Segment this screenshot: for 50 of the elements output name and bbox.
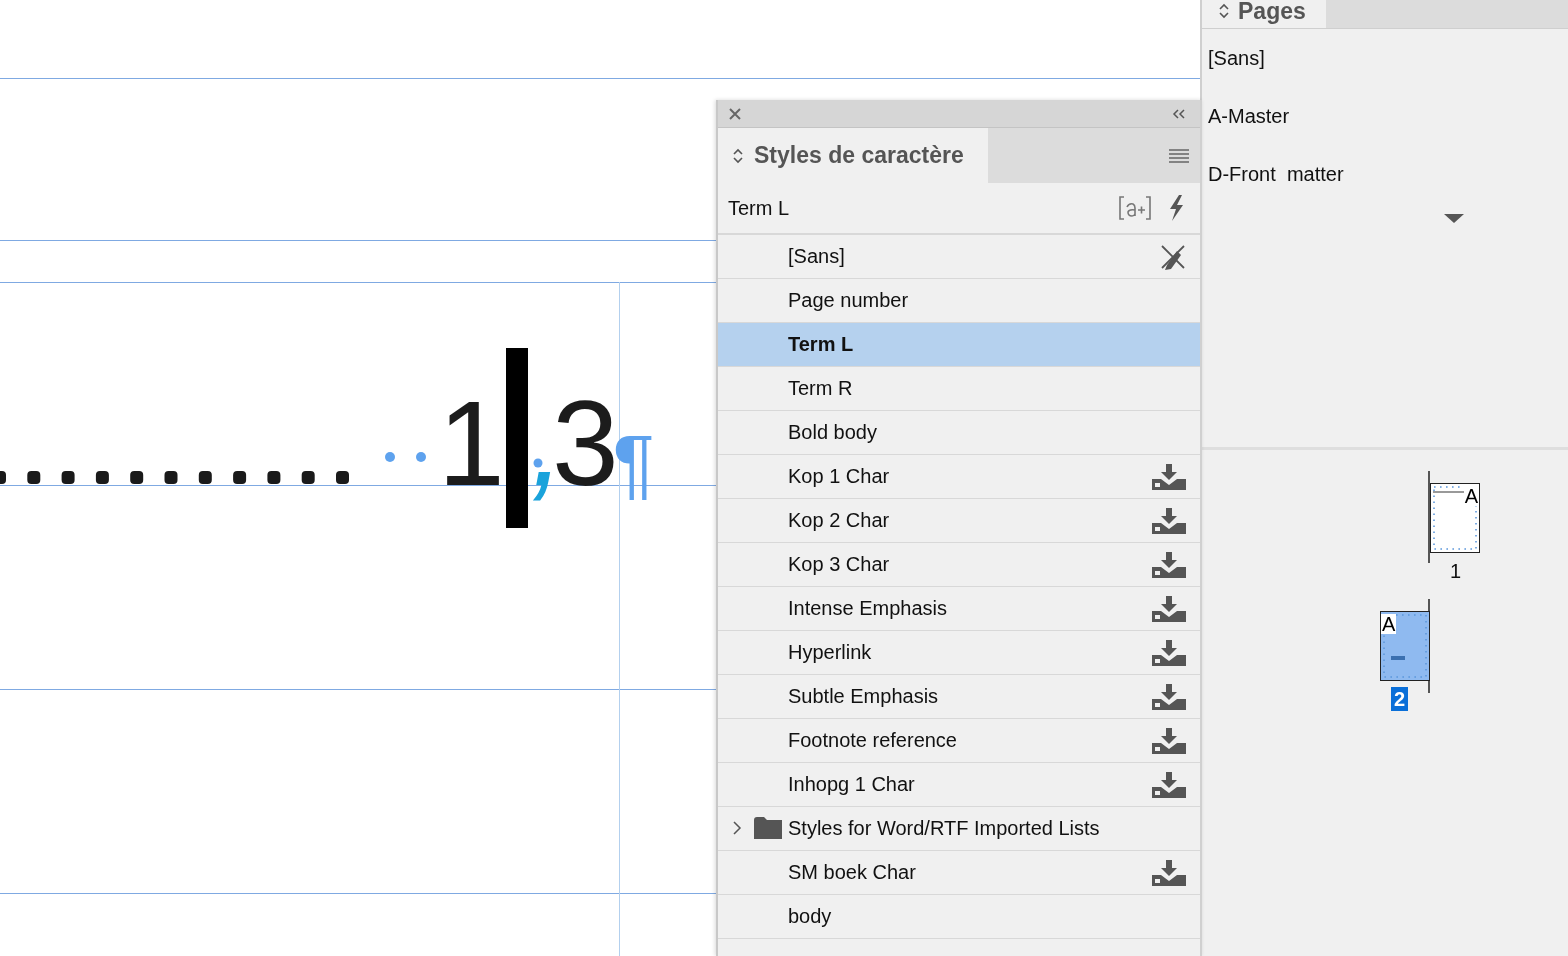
folder-icon (754, 817, 782, 839)
style-list-item[interactable]: Footnote reference (718, 719, 1200, 763)
style-list-item[interactable]: Term L (718, 323, 1200, 367)
no-edit-pencil-icon (1160, 243, 1186, 270)
panel-title: Styles de caractère (754, 142, 964, 169)
import-icon (1152, 507, 1186, 534)
style-list-item[interactable]: body (718, 895, 1200, 939)
master-letter: A (1381, 614, 1397, 634)
master-page-item[interactable]: D-Front matter (1202, 145, 1568, 203)
import-icon (1152, 771, 1186, 798)
digit-text: 1 (438, 383, 505, 512)
panel-title: Pages (1238, 0, 1306, 25)
menu-icon[interactable] (1168, 147, 1190, 164)
updown-icon (1218, 2, 1230, 20)
style-list-item[interactable]: Hyperlink (718, 631, 1200, 675)
page-thumbnail[interactable]: A (1380, 611, 1430, 681)
style-list-item[interactable]: Kop 1 Char (718, 455, 1200, 499)
import-icon (1152, 727, 1186, 754)
master-page-item[interactable]: [Sans] (1202, 29, 1568, 87)
page-margin-drawing (1381, 612, 1429, 680)
page-number: 2 (1391, 687, 1409, 711)
style-list-item[interactable]: Bold body (718, 411, 1200, 455)
collapse-icon[interactable] (1172, 108, 1186, 119)
import-icon (1152, 551, 1186, 578)
master-page-item[interactable]: A-Master (1202, 87, 1568, 145)
page-thumbnail[interactable]: A (1430, 483, 1480, 553)
current-style-label: Term L (728, 196, 791, 220)
updown-icon (732, 146, 744, 165)
spread-marker-icon (1444, 214, 1464, 224)
page-number: 1 (1449, 559, 1463, 583)
style-list-item[interactable]: Subtle Emphasis (718, 675, 1200, 719)
style-list-item[interactable]: Styles for Word/RTF Imported Lists (718, 807, 1200, 851)
style-list-item[interactable]: Term R (718, 367, 1200, 411)
import-icon (1152, 859, 1186, 886)
style-list-item[interactable]: SM boek Char (718, 851, 1200, 895)
style-list-item[interactable]: Intense Emphasis (718, 587, 1200, 631)
import-icon (1152, 683, 1186, 710)
panel-tab[interactable]: Pages (1202, 0, 1326, 28)
new-style-icon[interactable] (1118, 195, 1152, 221)
style-list-item[interactable]: Kop 3 Char (718, 543, 1200, 587)
style-list-item[interactable]: Inhopg 1 Char (718, 763, 1200, 807)
style-list-item[interactable]: [Sans] (718, 235, 1200, 279)
style-list-item[interactable]: Kop 2 Char (718, 499, 1200, 543)
page-margin-drawing (1431, 484, 1479, 552)
close-icon[interactable] (728, 106, 742, 121)
import-icon (1152, 463, 1186, 490)
import-icon (1152, 639, 1186, 666)
import-icon (1152, 595, 1186, 622)
master-letter: A (1463, 486, 1479, 506)
panel-tab[interactable]: Styles de caractère (718, 128, 988, 183)
